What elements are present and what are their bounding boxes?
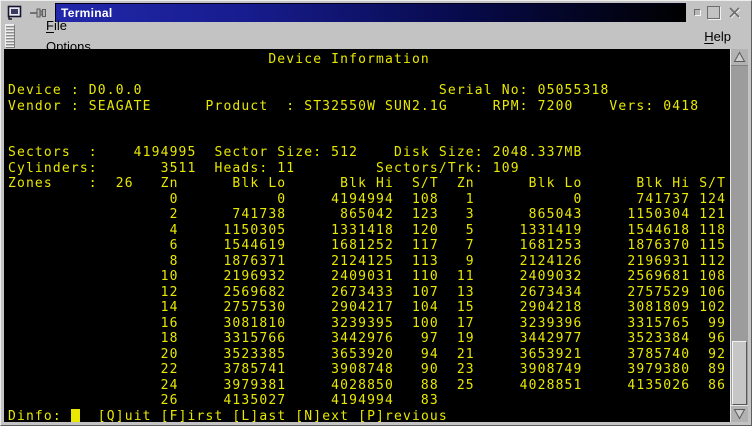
terminal-line: 16 3081810 3239395 100 17 3239396 331576… — [8, 316, 730, 332]
terminal-line: 24 3979381 4028850 88 25 4028851 4135026… — [8, 378, 730, 394]
terminal-line: 8 1876371 2124125 113 9 2124126 2196931 … — [8, 254, 730, 270]
minimize-button[interactable] — [691, 4, 704, 22]
terminal-line: Device Information — [8, 52, 730, 68]
window-menu-button[interactable] — [3, 4, 25, 22]
titlebar: Terminal — [3, 3, 749, 22]
maximize-icon — [707, 6, 720, 19]
terminal-line: Sectors : 4194995 Sector Size: 512 Disk … — [8, 145, 730, 161]
up-arrow-icon — [733, 51, 746, 63]
terminal-line: 0 0 4194994 108 1 0 741737 124 — [8, 192, 730, 208]
menu-item-file[interactable]: File — [33, 15, 104, 36]
terminal-line: 14 2757530 2904217 104 15 2904218 308180… — [8, 300, 730, 316]
scrollbar — [730, 49, 748, 422]
down-arrow-icon — [733, 408, 746, 420]
close-icon — [727, 5, 743, 21]
text-cursor[interactable] — [71, 409, 80, 423]
terminal-line: 20 3523385 3653920 94 21 3653921 3785740… — [8, 347, 730, 363]
scrollbar-track[interactable] — [731, 66, 748, 405]
menubar-grip[interactable] — [5, 24, 15, 48]
terminal-area: Device Information Device : D0.0.0 Seria… — [4, 49, 748, 422]
window-title-bar[interactable]: Terminal — [55, 3, 686, 22]
terminal-line: Vendor : SEAGATE Product : ST32550W SUN2… — [8, 99, 730, 115]
terminal-line: 26 4135027 4194994 83 — [8, 393, 730, 409]
menu-right: Help — [691, 26, 749, 47]
terminal-line: 2 741738 865042 123 3 865043 1150304 121 — [8, 207, 730, 223]
terminal-icon — [6, 5, 23, 21]
menubar: FileOptions Help — [3, 23, 749, 49]
terminal-line: Device : D0.0.0 Serial No: 05055318 — [8, 83, 730, 99]
close-button[interactable] — [723, 4, 747, 22]
terminal-line — [8, 68, 730, 84]
scrollbar-thumb[interactable] — [732, 341, 747, 405]
prompt-line: Dinfo: [Q]uit [F]irst [L]ast [N]ext [P]r… — [8, 409, 730, 423]
minimize-icon — [694, 9, 701, 16]
terminal-line: Zones : 26 Zn Blk Lo Blk Hi S/T Zn Blk L… — [8, 176, 730, 192]
terminal-line — [8, 114, 730, 130]
scroll-up-button[interactable] — [731, 49, 748, 66]
scroll-down-button[interactable] — [731, 405, 748, 422]
terminal-line — [8, 130, 730, 146]
prompt-label: Dinfo: — [8, 409, 71, 423]
terminal-screen[interactable]: Device Information Device : D0.0.0 Seria… — [4, 49, 730, 422]
maximize-button[interactable] — [704, 4, 723, 22]
terminal-line: 6 1544619 1681252 117 7 1681253 1876370 … — [8, 238, 730, 254]
terminal-line: 4 1150305 1331418 120 5 1331419 1544618 … — [8, 223, 730, 239]
prompt-help: [Q]uit [F]irst [L]ast [N]ext [P]revious — [80, 409, 448, 423]
window-frame: Terminal FileOptions Help Device Informa… — [0, 0, 752, 426]
terminal-line: 12 2569682 2673433 107 13 2673434 275752… — [8, 285, 730, 301]
terminal-line: 10 2196932 2409031 110 11 2409032 256968… — [8, 269, 730, 285]
terminal-line: Cylinders: 3511 Heads: 11 Sectors/Trk: 1… — [8, 161, 730, 177]
terminal-line: 18 3315766 3442976 97 19 3442977 3523384… — [8, 331, 730, 347]
terminal-line: 22 3785741 3908748 90 23 3908749 3979380… — [8, 362, 730, 378]
menu-item-help[interactable]: Help — [691, 26, 744, 47]
